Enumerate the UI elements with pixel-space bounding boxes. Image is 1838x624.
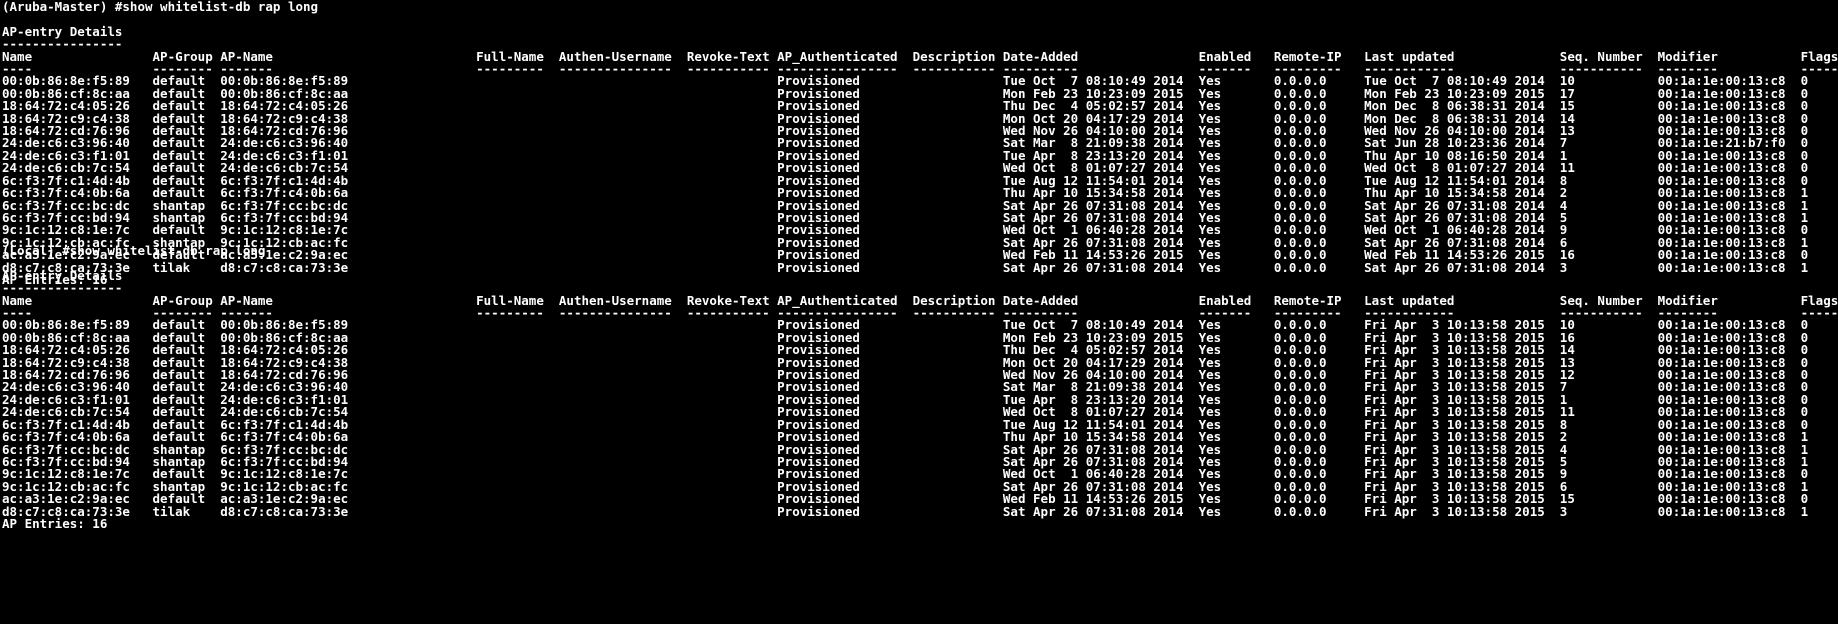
terminal-session-local: (Local) #show whitelist-db rap long AP-e… bbox=[2, 243, 1838, 531]
terminal-session-master: (Aruba-Master) #show whitelist-db rap lo… bbox=[2, 0, 1838, 287]
session-local-output: (Local) #show whitelist-db rap long AP-e… bbox=[2, 243, 1838, 531]
terminal-screen[interactable]: (Aruba-Master) #show whitelist-db rap lo… bbox=[0, 0, 1838, 624]
session-master-output: (Aruba-Master) #show whitelist-db rap lo… bbox=[2, 0, 1838, 287]
